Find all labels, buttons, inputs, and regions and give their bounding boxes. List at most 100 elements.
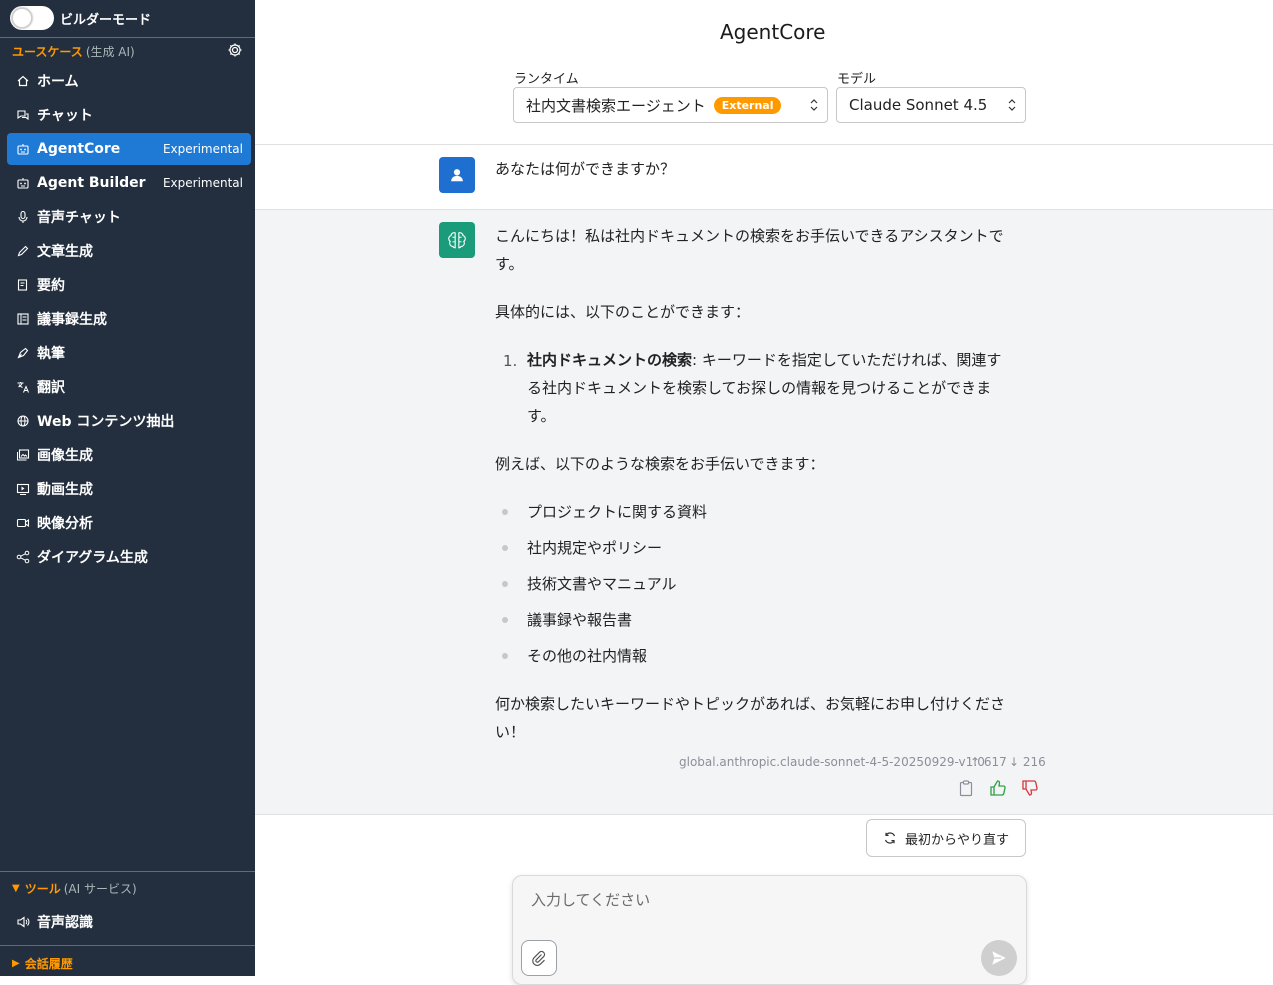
caret-right-icon: ▶ — [12, 958, 20, 969]
bullet-dot — [502, 653, 508, 659]
sidebar-item-label: 動画生成 — [37, 482, 93, 498]
tokens-out-value: 216 — [1022, 755, 1046, 769]
sidebar-item-text-generation[interactable]: 文章生成 — [7, 235, 251, 267]
reset-button-label: 最初からやり直す — [904, 832, 1009, 848]
sidebar-item-label: Agent Builder — [37, 175, 146, 191]
experimental-tag: Experimental — [162, 142, 243, 156]
microphone-icon — [15, 209, 31, 225]
assistant-text-intro-2: す。 — [495, 255, 524, 273]
divider — [255, 814, 1273, 815]
sidebar-divider — [0, 871, 255, 872]
camera-icon — [15, 515, 31, 531]
sidebar-item-summary[interactable]: 要約 — [7, 269, 251, 301]
thumbs-down-icon[interactable] — [1021, 779, 1039, 797]
assistant-text-closing-2: い！ — [495, 723, 526, 741]
diagram-icon — [15, 549, 31, 565]
external-badge: External — [713, 96, 782, 114]
usecase-header-sub: (生成 AI) — [85, 45, 135, 59]
tools-header-label: ツール — [24, 882, 61, 896]
sidebar-item-label: 画像生成 — [37, 448, 93, 464]
send-icon — [992, 951, 1006, 965]
builder-mode-row: ビルダーモード — [10, 5, 151, 31]
minutes-icon — [15, 311, 31, 327]
sidebar-item-label: Web コンテンツ抽出 — [37, 414, 175, 430]
sidebar-item-voice-chat[interactable]: 音声チャット — [7, 201, 251, 233]
sidebar-item-writing[interactable]: 執筆 — [7, 337, 251, 369]
bullet-item: 技術文書やマニュアル — [527, 575, 677, 593]
builder-mode-toggle[interactable] — [10, 6, 54, 30]
tools-header-sub: (AI サービス) — [63, 882, 137, 896]
sidebar-item-speech-recognition[interactable]: 音声認識 — [7, 906, 251, 938]
globe-icon — [15, 413, 31, 429]
toggle-knob — [12, 8, 32, 28]
chat-icon — [15, 107, 31, 123]
model-value: Claude Sonnet 4.5 — [849, 96, 988, 114]
sidebar-item-chat[interactable]: チャット — [7, 99, 251, 131]
sidebar-divider — [0, 37, 255, 38]
bullet-item: プロジェクトに関する資料 — [527, 503, 708, 521]
sidebar-item-agent-builder[interactable]: Agent Builder Experimental — [7, 167, 251, 199]
robot-icon — [15, 141, 31, 157]
runtime-select[interactable]: 社内文書検索エージェント External — [513, 87, 828, 123]
bullet-dot — [502, 581, 508, 587]
model-select[interactable]: Claude Sonnet 4.5 — [836, 87, 1026, 123]
bullet-item: その他の社内情報 — [527, 647, 648, 665]
image-icon — [15, 447, 31, 463]
assistant-text-intro-1: こんにちは！私は社内ドキュメントの検索をお手伝いできるアシスタントで — [495, 227, 1004, 245]
assistant-text-example: 例えば、以下のような検索をお手伝いできます： — [495, 455, 825, 473]
experimental-tag: Experimental — [162, 176, 243, 190]
thumbs-up-icon[interactable] — [989, 779, 1007, 797]
translate-icon — [15, 379, 31, 395]
usecase-section-header: ユースケース (生成 AI) — [12, 43, 135, 60]
sidebar-item-label: ホーム — [37, 74, 79, 90]
gear-icon[interactable] — [227, 42, 243, 58]
attach-file-button[interactable] — [521, 940, 557, 976]
chevron-updown-icon — [810, 99, 818, 111]
bullet-item: 社内規定やポリシー — [527, 539, 663, 557]
home-icon — [15, 73, 31, 89]
sidebar: ビルダーモード ユースケース (生成 AI) ホーム チャット AgentCor… — [0, 0, 255, 976]
sidebar-item-label: チャット — [37, 108, 93, 124]
sidebar-item-agentcore[interactable]: AgentCore Experimental — [7, 133, 251, 165]
paperclip-icon — [532, 950, 546, 966]
sidebar-item-home[interactable]: ホーム — [7, 65, 251, 97]
sidebar-item-translate[interactable]: 翻訳 — [7, 371, 251, 403]
model-id-meta: global.anthropic.claude-sonnet-4-5-20250… — [679, 755, 985, 769]
list-item-bold: 社内ドキュメントの検索 — [527, 351, 693, 369]
sidebar-item-image-generation[interactable]: 画像生成 — [7, 439, 251, 471]
assistant-avatar — [439, 222, 475, 258]
chat-input-container — [512, 875, 1027, 985]
speaker-icon — [15, 914, 31, 930]
brain-icon — [448, 232, 466, 249]
reset-conversation-button[interactable]: 最初からやり直す — [866, 819, 1026, 857]
runtime-value: 社内文書検索エージェント — [526, 96, 706, 115]
list-item: 社内ドキュメントの検索: キーワードを指定していただければ、関連す — [527, 346, 1001, 374]
sidebar-item-label: 執筆 — [37, 346, 65, 362]
sidebar-item-label: AgentCore — [37, 141, 121, 157]
clipboard-icon[interactable] — [957, 779, 975, 797]
sidebar-item-video-analysis[interactable]: 映像分析 — [7, 507, 251, 539]
sidebar-item-diagram-generation[interactable]: ダイアグラム生成 — [7, 541, 251, 573]
caret-down-icon: ▼ — [12, 883, 20, 894]
bullet-item: 議事録や報告書 — [527, 611, 633, 629]
tools-section-header[interactable]: ▼ ツール (AI サービス) — [12, 880, 137, 897]
bullet-dot — [502, 509, 508, 515]
tokens-out: ↓ 216 — [1009, 755, 1046, 769]
sidebar-item-web-extraction[interactable]: Web コンテンツ抽出 — [7, 405, 251, 437]
runtime-label: ランタイム — [514, 72, 579, 87]
summary-icon — [15, 277, 31, 293]
send-button[interactable] — [981, 940, 1017, 976]
refresh-icon — [884, 832, 896, 844]
list-item-line-2: る社内ドキュメントを検索してお探しの情報を見つけることができま — [527, 379, 992, 397]
user-message: あなたは何ができますか？ — [495, 160, 676, 178]
arrow-down-icon: ↓ — [1009, 755, 1023, 769]
chat-input[interactable] — [529, 890, 993, 910]
list-number: 1. — [503, 352, 518, 370]
video-icon — [15, 481, 31, 497]
user-message-row: あなたは何ができますか？ — [255, 145, 1273, 209]
history-section-header[interactable]: ▶ 会話履歴 — [12, 955, 73, 972]
sidebar-item-label: 翻訳 — [37, 380, 65, 396]
sidebar-item-minutes[interactable]: 議事録生成 — [7, 303, 251, 335]
bullet-dot — [502, 545, 508, 551]
sidebar-item-video-generation[interactable]: 動画生成 — [7, 473, 251, 505]
